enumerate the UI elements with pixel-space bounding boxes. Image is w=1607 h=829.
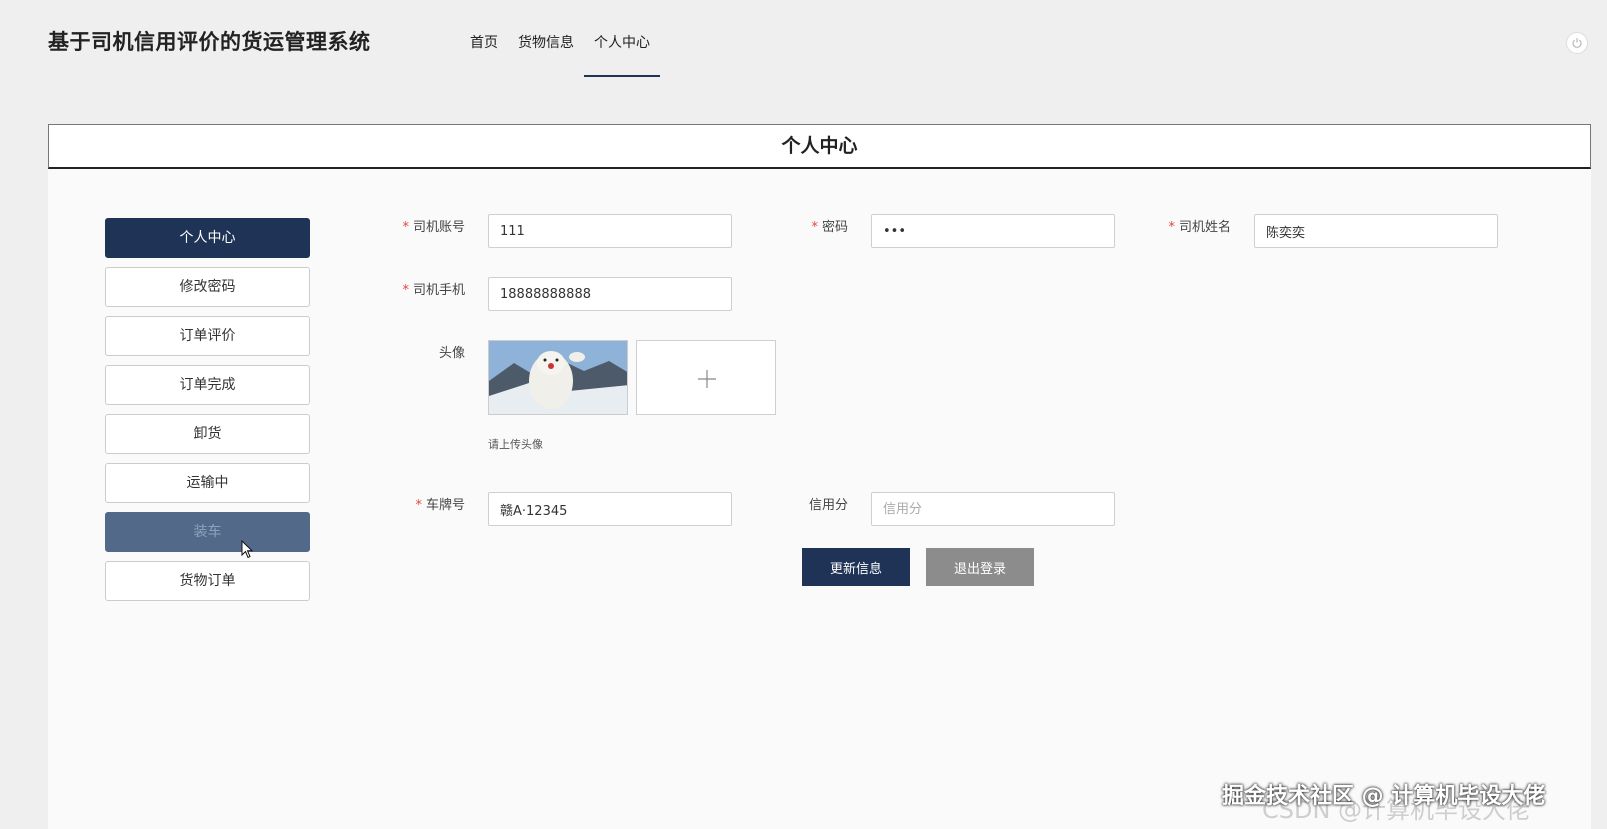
required-mark: *	[811, 220, 818, 235]
required-mark: *	[1168, 220, 1175, 235]
phone-input[interactable]	[488, 277, 732, 311]
mouse-cursor-icon	[241, 540, 254, 559]
account-label-text: 司机账号	[412, 220, 465, 235]
plus-icon	[698, 370, 716, 388]
nav-item-goods-info[interactable]: 货物信息	[508, 0, 584, 77]
account-input[interactable]	[488, 214, 732, 248]
required-mark: *	[402, 220, 409, 235]
avatar-upload-box[interactable]	[636, 340, 776, 415]
power-icon	[1572, 38, 1582, 49]
top-nav: 首页 货物信息 个人中心	[460, 0, 660, 80]
password-label: * 密码	[728, 216, 848, 235]
password-input[interactable]	[871, 214, 1115, 248]
required-mark: *	[402, 283, 409, 298]
side-item-unloading[interactable]: 卸货	[105, 414, 310, 454]
update-info-button[interactable]: 更新信息	[802, 548, 910, 586]
nav-item-personal-center[interactable]: 个人中心	[584, 0, 660, 77]
driver-name-label: * 司机姓名	[1111, 216, 1231, 235]
side-item-order-complete[interactable]: 订单完成	[105, 365, 310, 405]
side-menu: 个人中心 修改密码 订单评价 订单完成 卸货 运输中 装车 货物订单	[105, 218, 310, 610]
driver-name-input[interactable]	[1254, 214, 1498, 248]
side-item-change-password[interactable]: 修改密码	[105, 267, 310, 307]
side-item-in-transit[interactable]: 运输中	[105, 463, 310, 503]
credit-label: 信用分	[808, 498, 848, 513]
logout-power-button[interactable]	[1566, 32, 1588, 54]
avatar-label: 头像	[438, 346, 465, 361]
required-mark: *	[415, 498, 422, 513]
nav-item-home[interactable]: 首页	[460, 0, 508, 77]
panel-title: 个人中心	[48, 124, 1591, 169]
phone-label-text: 司机手机	[412, 283, 465, 298]
main-panel: 个人中心 个人中心 修改密码 订单评价 订单完成 卸货 运输中 装车 货物订单 …	[48, 124, 1591, 829]
side-item-goods-orders[interactable]: 货物订单	[105, 561, 310, 601]
watermark-juejin: 掘金技术社区 @ 计算机毕设大佬	[1222, 784, 1546, 809]
plate-input[interactable]	[488, 492, 732, 526]
side-item-order-review[interactable]: 订单评价	[105, 316, 310, 356]
avatar-image[interactable]	[488, 340, 628, 415]
plate-label-text: 车牌号	[425, 498, 465, 513]
plate-label: * 车牌号	[345, 494, 465, 513]
password-label-text: 密码	[821, 220, 848, 235]
side-item-personal-center[interactable]: 个人中心	[105, 218, 310, 258]
driver-name-label-text: 司机姓名	[1178, 220, 1231, 235]
app-title: 基于司机信用评价的货运管理系统	[48, 30, 371, 54]
credit-input[interactable]	[871, 492, 1115, 526]
avatar-picture	[489, 341, 627, 414]
phone-label: * 司机手机	[345, 279, 465, 298]
logout-button[interactable]: 退出登录	[926, 548, 1034, 586]
avatar-upload-hint: 请上传头像	[488, 438, 543, 451]
side-item-loading[interactable]: 装车	[105, 512, 310, 552]
account-label: * 司机账号	[345, 216, 465, 235]
